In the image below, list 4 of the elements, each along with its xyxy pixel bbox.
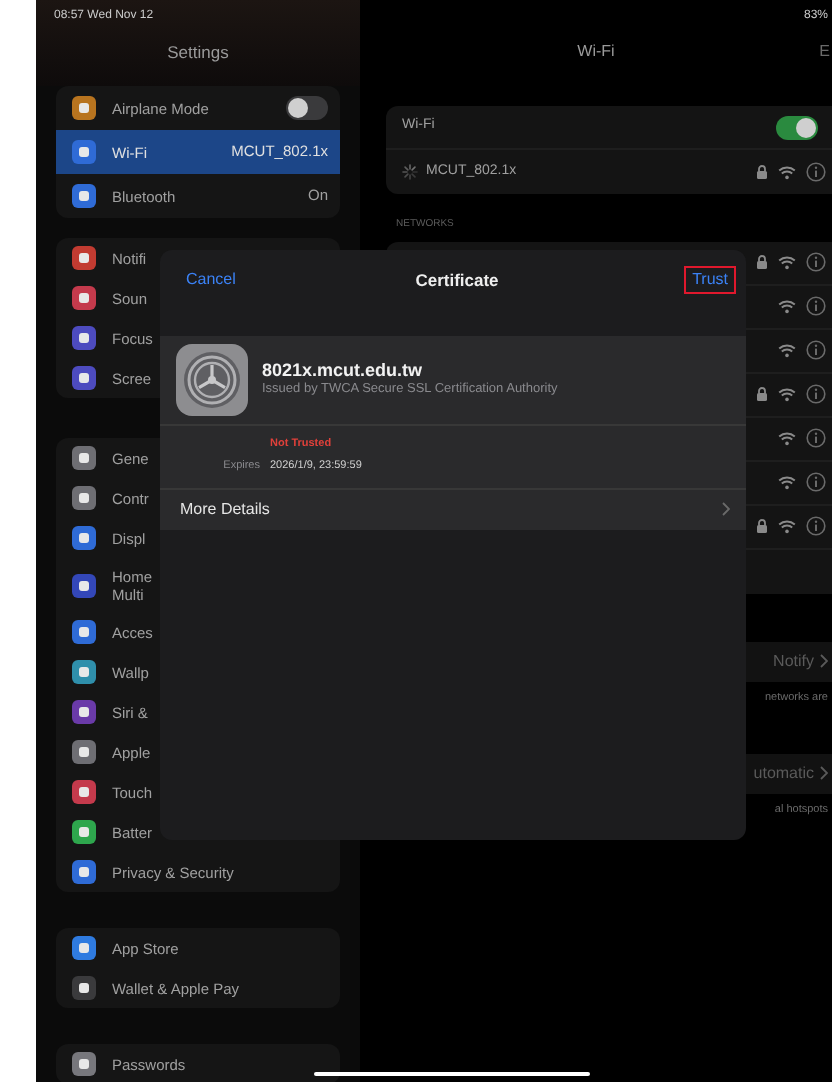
sheet-title: Certificate [415,267,499,293]
certificate-name: 8021x.mcut.edu.tw [262,361,425,382]
pane-title: Wi-Fi [577,40,615,64]
sidebar-title: Settings [165,40,231,66]
